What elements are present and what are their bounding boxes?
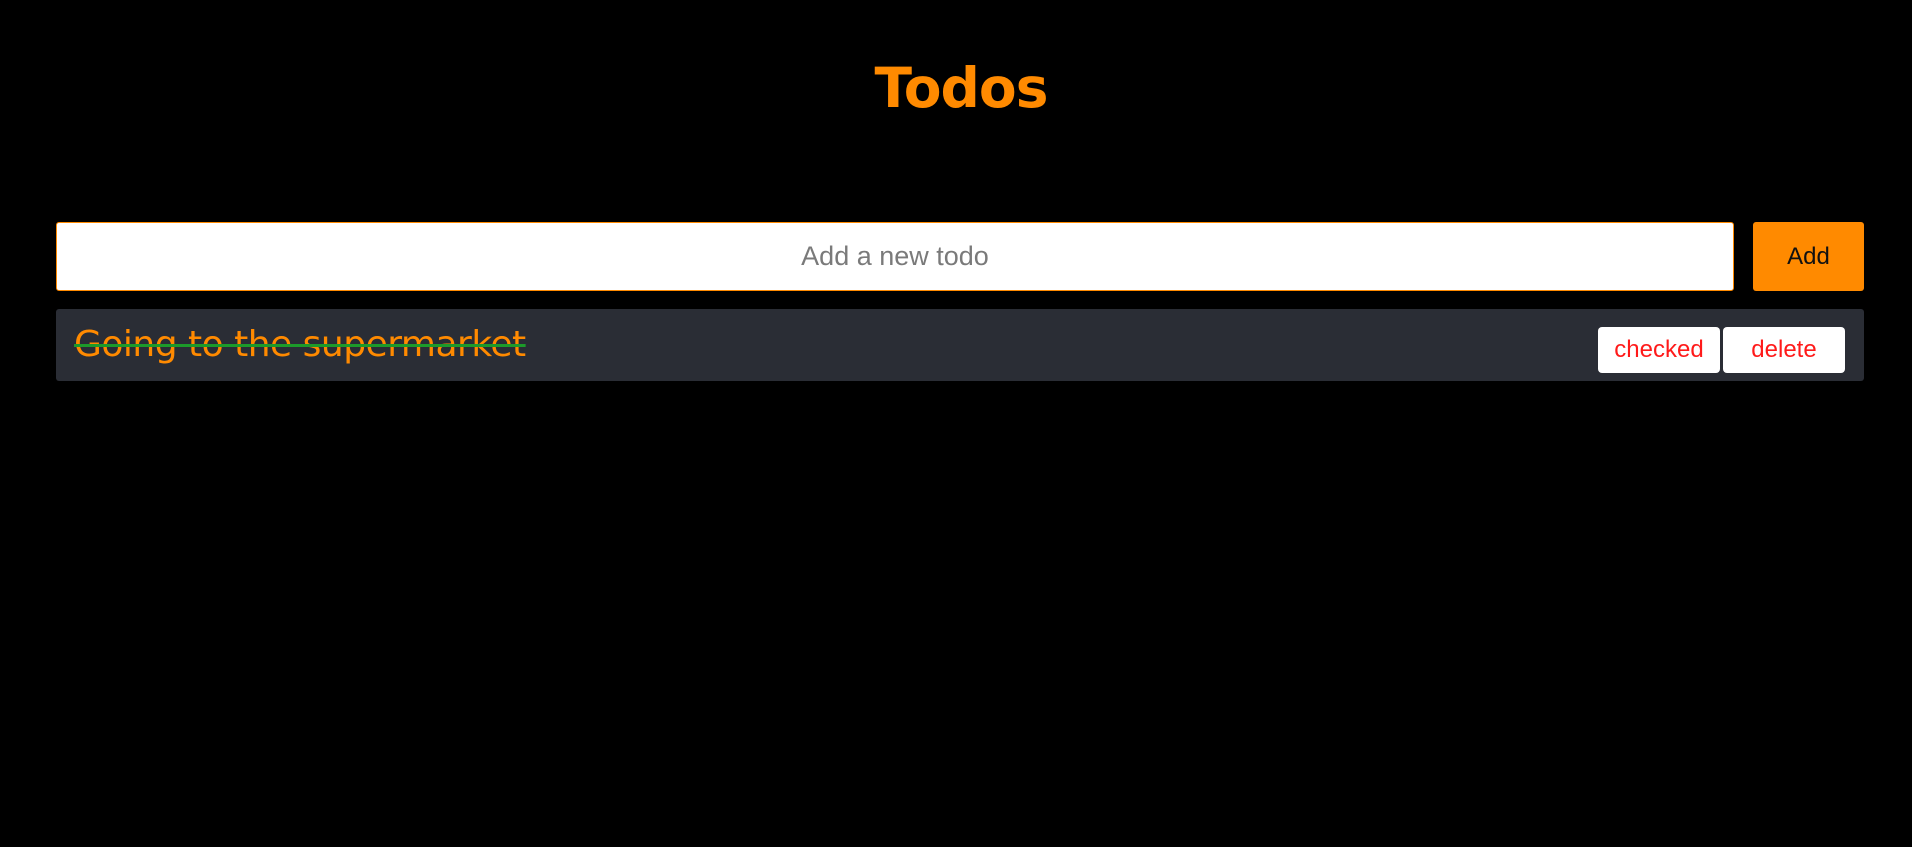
todo-item: Going to the supermarket checked delete xyxy=(56,309,1864,381)
todo-list: Going to the supermarket checked delete xyxy=(56,309,1864,381)
todo-text: Going to the supermarket xyxy=(74,324,526,365)
add-button[interactable]: Add xyxy=(1753,222,1864,291)
delete-button[interactable]: delete xyxy=(1723,327,1845,373)
todo-app: Todos Add Going to the supermarket check… xyxy=(0,0,1912,847)
page-title: Todos xyxy=(874,56,1049,120)
checked-button[interactable]: checked xyxy=(1598,327,1720,373)
new-todo-input[interactable] xyxy=(56,222,1734,291)
todo-actions: checked delete xyxy=(1598,327,1845,373)
todo-form: Add xyxy=(56,222,1864,291)
